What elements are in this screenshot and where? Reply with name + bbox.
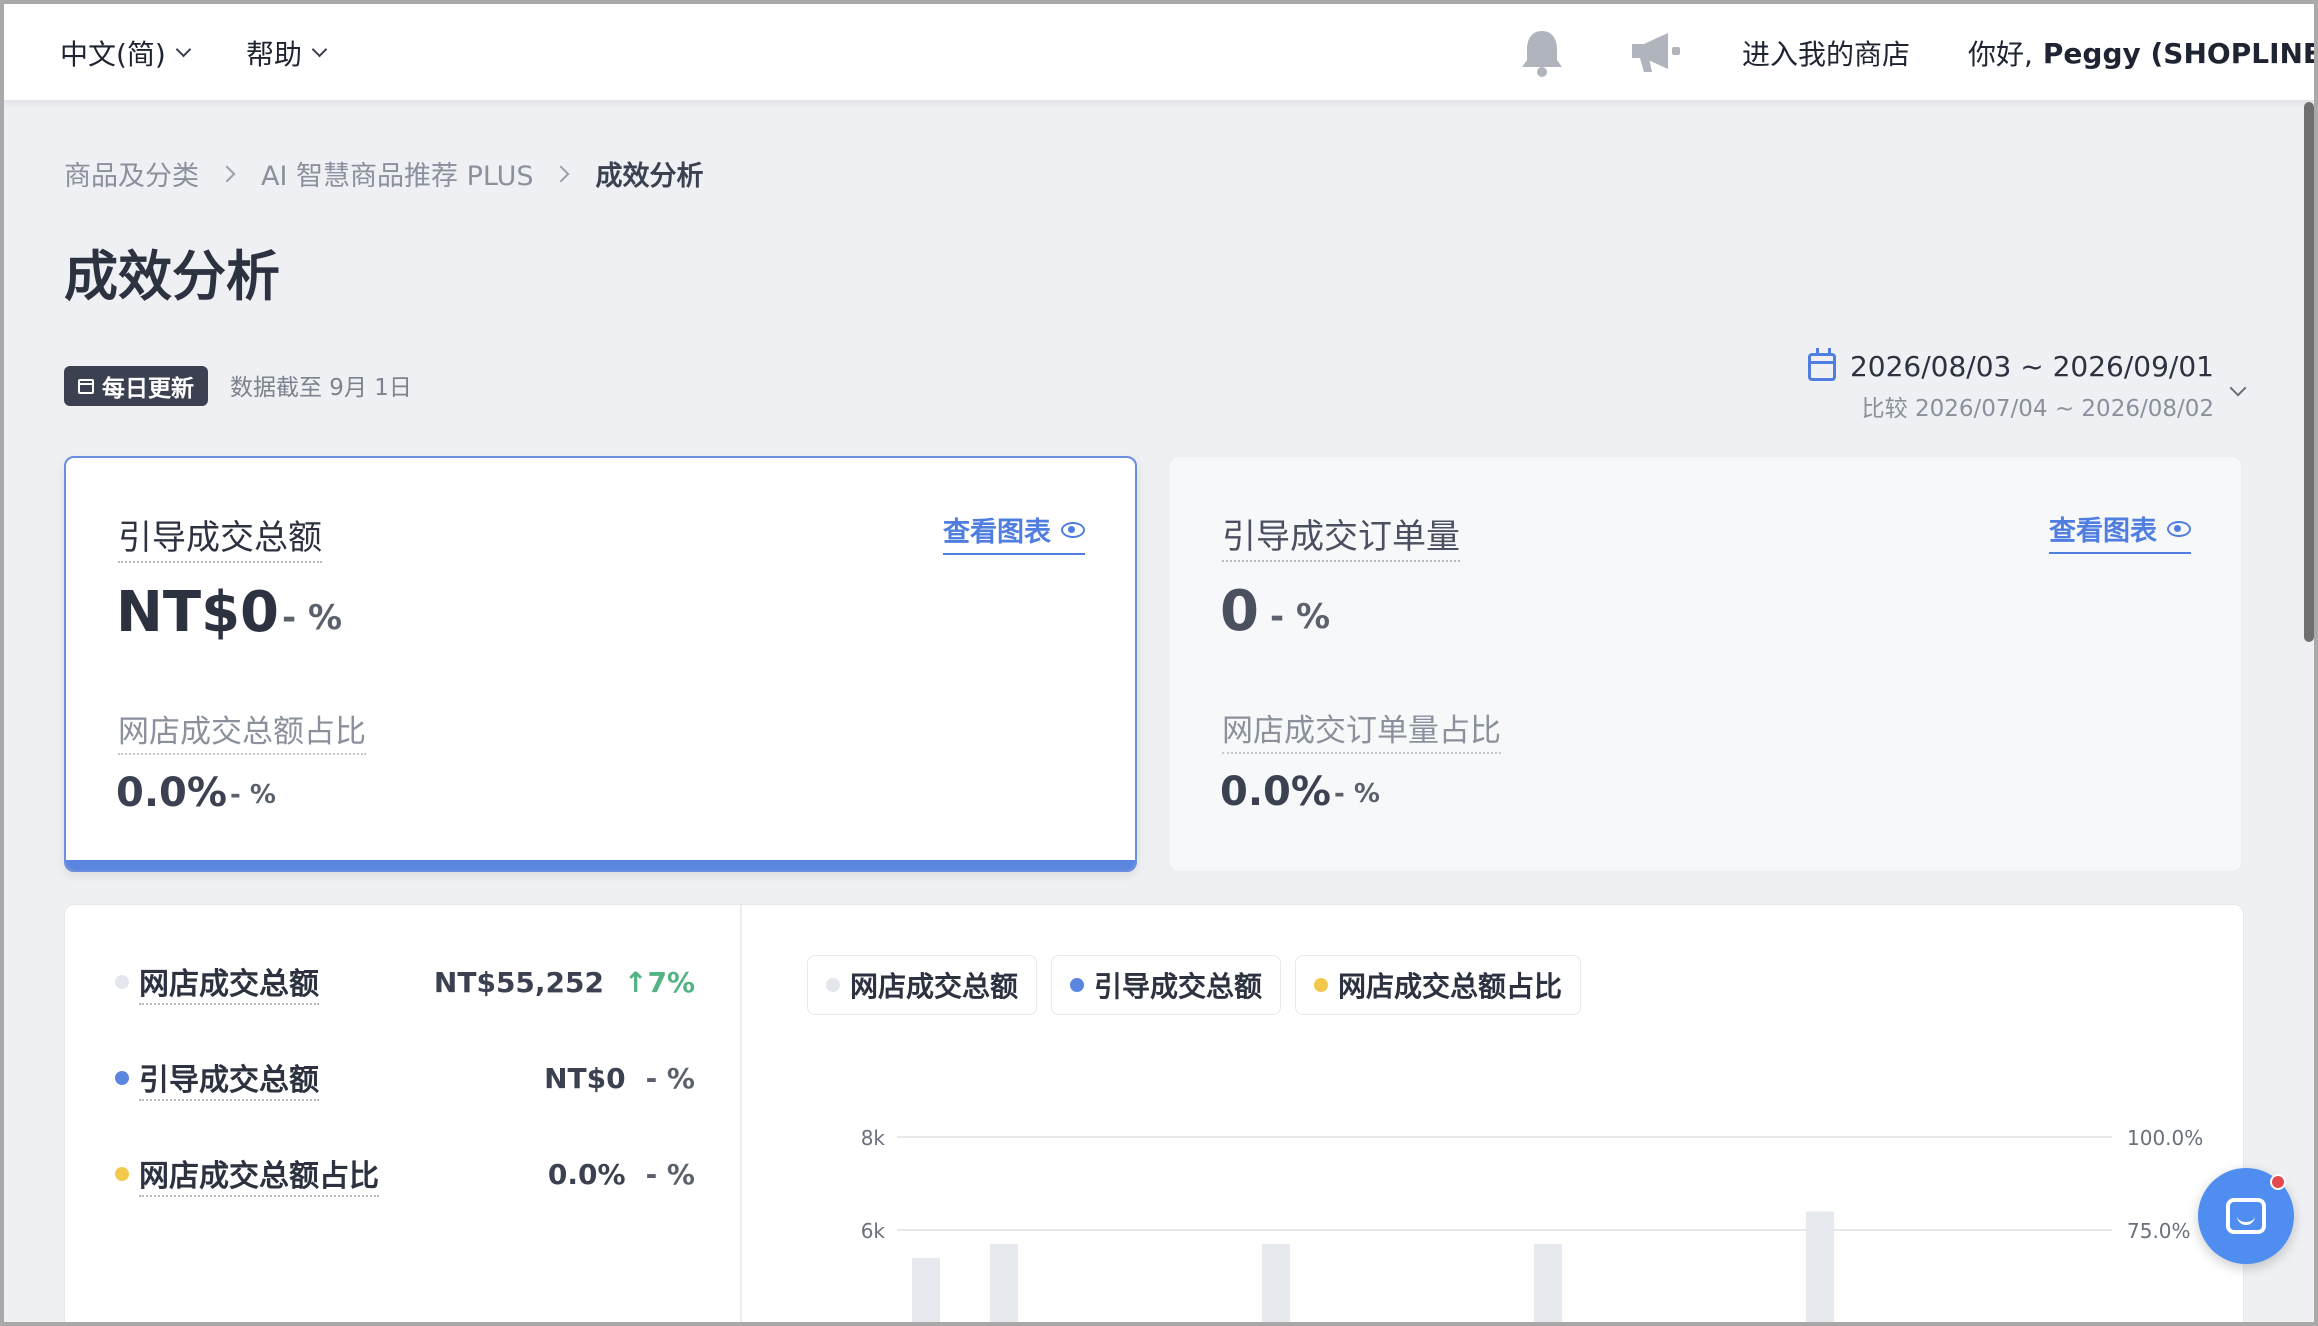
y-axis-tick-label: 8k <box>861 1126 886 1150</box>
breadcrumb-item-ai-recommend[interactable]: AI 智慧商品推荐 PLUS <box>261 154 533 193</box>
top-navigation-bar: 中文(简) 帮助 进入我的商店 你好, Peggy (SHOPLINE) <box>4 4 2314 102</box>
help-label: 帮助 <box>246 38 303 71</box>
enter-shop-label: 进入我的商店 <box>1742 38 1911 71</box>
enter-my-shop-link[interactable]: 进入我的商店 <box>1742 4 1910 102</box>
data-as-of-text: 数据截至 9月 1日 <box>230 375 412 401</box>
vertical-scrollbar[interactable] <box>2304 102 2314 642</box>
eye-icon <box>1061 521 1085 538</box>
card-sub-title: 网店成交订单量占比 <box>1222 705 1501 754</box>
date-range-main: 2026/08/03 ~ 2026/09/01 <box>1807 347 2214 383</box>
compare-range-text: 比较 2026/07/04 ~ 2026/08/02 <box>1861 396 2214 422</box>
help-menu[interactable]: 帮助 <box>246 4 328 102</box>
chevron-down-icon <box>311 41 328 57</box>
chevron-right-icon <box>552 165 570 182</box>
card-change: - % <box>282 598 343 638</box>
announcements-button[interactable] <box>1628 4 1684 102</box>
bar <box>990 1243 1018 1322</box>
summary-row-guided-sales: 引导成交总额 NT$0 - % <box>115 1055 695 1101</box>
language-selector[interactable]: 中文(简) <box>60 4 192 102</box>
eye-icon <box>2167 520 2191 537</box>
bar <box>1534 1243 1562 1322</box>
summary-label: 网店成交总额 <box>139 959 319 1005</box>
legend-dot <box>115 1167 129 1181</box>
summary-value: 0.0% <box>547 1157 626 1191</box>
breadcrumb-item-current: 成效分析 <box>595 161 704 192</box>
bar <box>1806 1211 1834 1322</box>
legend-dot <box>115 1071 129 1085</box>
chat-support-button[interactable] <box>2198 1168 2294 1264</box>
chevron-down-icon <box>2229 379 2247 397</box>
language-label: 中文(简) <box>60 38 166 71</box>
bar <box>1262 1243 1290 1322</box>
y2-axis-tick-label: 100.0% <box>2127 1126 2203 1150</box>
card-sub-title: 网店成交总额占比 <box>118 706 366 755</box>
calendar-icon <box>1807 347 1836 381</box>
app-frame: 中文(简) 帮助 进入我的商店 你好, Peggy (SHOPLINE) 商品及… <box>0 0 2318 1326</box>
page-title: 成效分析 <box>64 245 280 308</box>
daily-update-badge: 每日更新 <box>64 366 208 406</box>
view-chart-link[interactable]: 查看图表 <box>2049 509 2191 554</box>
card-change: - % <box>1270 597 1331 637</box>
card-sub-change: - % <box>1334 779 1380 809</box>
date-range-picker[interactable]: 2026/08/03 ~ 2026/09/01 比较 2026/07/04 ~ … <box>1807 347 2247 423</box>
breadcrumb: 商品及分类 AI 智慧商品推荐 PLUS 成效分析 <box>64 154 703 193</box>
summary-row-sales-ratio: 网店成交总额占比 0.0% - % <box>115 1151 695 1197</box>
chart-panel: 网店成交总额 NT$55,252 ↑7% 引导成交总额 NT$0 - % 网店成… <box>64 904 2244 1322</box>
legend-dot <box>115 975 129 989</box>
card-value: 0 <box>1220 579 1259 644</box>
summary-change: - % <box>645 1061 695 1095</box>
chevron-down-icon <box>175 41 192 57</box>
greeting-text: 你好, <box>1968 38 2033 71</box>
y2-axis-tick-label: 75.0% <box>2127 1219 2191 1243</box>
card-title: 引导成交总额 <box>118 510 322 563</box>
summary-value: NT$0 <box>544 1061 626 1095</box>
view-chart-label: 查看图表 <box>2049 516 2157 547</box>
card-sub-value: 0.0% <box>1220 769 1331 815</box>
summary-label: 网店成交总额占比 <box>139 1151 379 1197</box>
card-value: NT$0 <box>116 580 279 645</box>
notifications-button[interactable] <box>1518 4 1566 102</box>
view-chart-label: 查看图表 <box>943 517 1051 548</box>
breadcrumb-item-products[interactable]: 商品及分类 <box>64 154 199 193</box>
card-sub-change: - % <box>230 780 276 810</box>
bar <box>912 1257 940 1322</box>
chart-area: 网店成交总额 引导成交总额 网店成交总额占比 8k 100.0% 6k 75.0% <box>742 905 2243 1322</box>
user-menu[interactable]: 你好, Peggy (SHOPLINE) <box>1968 4 2318 102</box>
summary-change: - % <box>645 1157 695 1191</box>
bar-chart: 8k 100.0% 6k 75.0% <box>861 1126 2203 1322</box>
y-axis-tick-label: 6k <box>861 1219 886 1243</box>
update-badge-label: 每日更新 <box>102 376 194 402</box>
megaphone-icon <box>1632 33 1680 72</box>
bell-icon <box>1522 31 1562 77</box>
metrics-summary: 网店成交总额 NT$55,252 ↑7% 引导成交总额 NT$0 - % 网店成… <box>65 905 742 1322</box>
metric-card-guided-sales[interactable]: 引导成交总额 查看图表 NT$0 - % 网店成交总额占比 0.0% - % <box>64 456 1137 872</box>
chevron-right-icon <box>218 165 236 182</box>
notification-dot <box>2270 1174 2286 1190</box>
calendar-icon <box>78 378 94 394</box>
summary-value: NT$55,252 <box>433 965 604 999</box>
card-title: 引导成交订单量 <box>1222 509 1460 562</box>
date-range-text: 2026/08/03 ~ 2026/09/01 <box>1849 350 2214 383</box>
chat-icon <box>2226 1198 2266 1234</box>
summary-label: 引导成交总额 <box>139 1055 319 1101</box>
summary-change: ↑7% <box>624 965 695 999</box>
metric-card-guided-orders[interactable]: 引导成交订单量 查看图表 0 - % 网店成交订单量占比 0.0% - % <box>1169 456 2242 872</box>
user-name: Peggy (SHOPLINE) <box>2042 36 2318 70</box>
card-sub-value: 0.0% <box>116 770 227 816</box>
summary-row-shop-sales: 网店成交总额 NT$55,252 ↑7% <box>115 959 695 1005</box>
view-chart-link[interactable]: 查看图表 <box>943 510 1085 555</box>
